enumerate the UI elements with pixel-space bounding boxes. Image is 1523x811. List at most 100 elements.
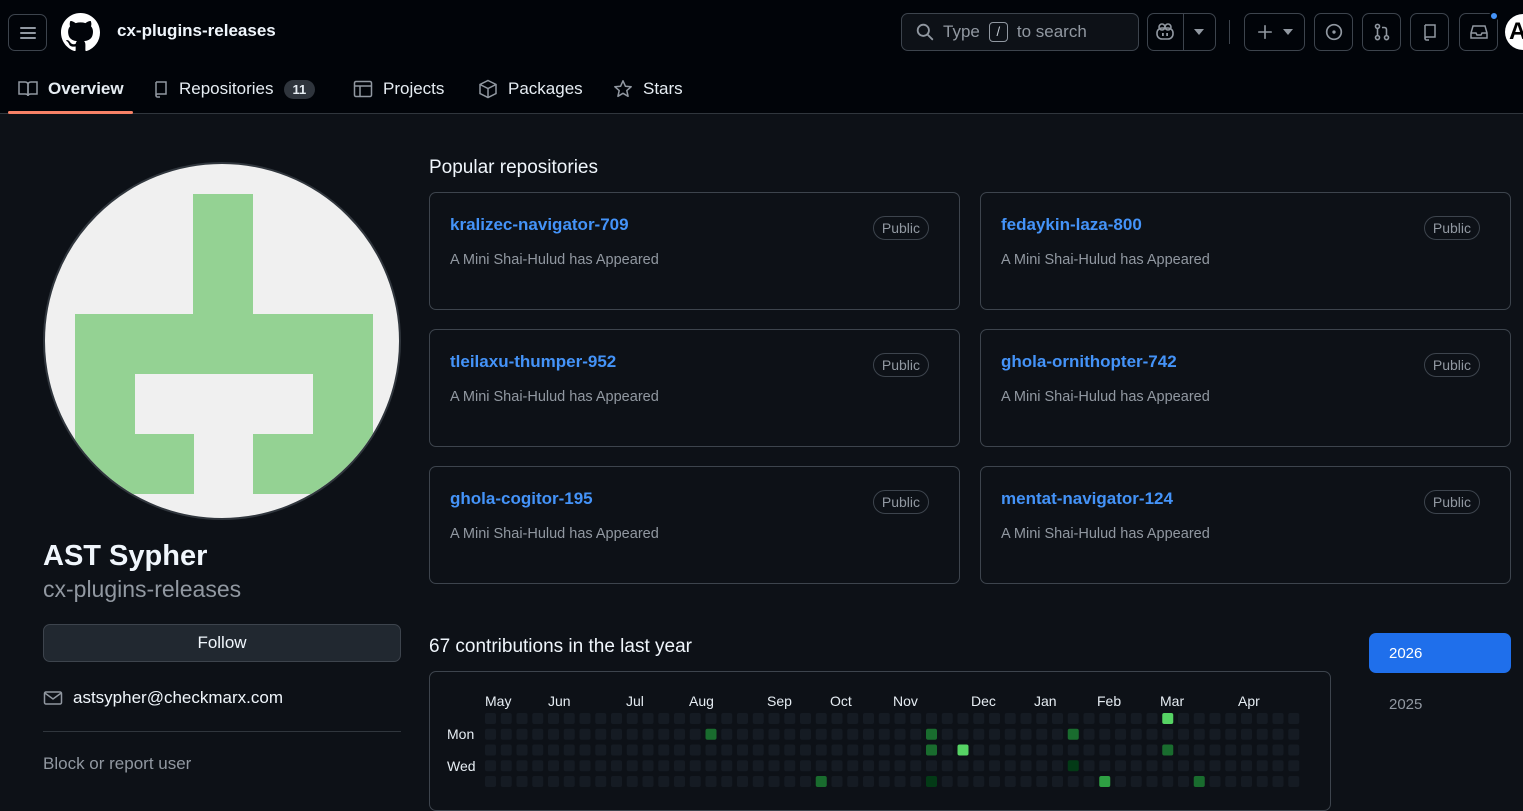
contribution-day-cell[interactable]	[1178, 728, 1189, 740]
contribution-day-cell[interactable]	[611, 776, 622, 787]
contribution-day-cell[interactable]	[1288, 713, 1300, 724]
contribution-day-cell[interactable]	[1020, 776, 1032, 787]
contribution-day-cell[interactable]	[1052, 744, 1063, 756]
contribution-day-cell[interactable]	[1241, 744, 1252, 756]
contribution-day-cell[interactable]	[532, 776, 544, 787]
tab-packages[interactable]: Packages	[468, 66, 593, 112]
contribution-day-cell[interactable]	[485, 776, 496, 787]
contribution-day-cell[interactable]	[1036, 776, 1048, 787]
contribution-day-cell[interactable]	[737, 776, 748, 787]
contribution-day-cell[interactable]	[910, 776, 922, 787]
contribution-day-cell[interactable]	[658, 728, 670, 740]
contribution-day-cell[interactable]	[989, 776, 1000, 787]
contribution-day-cell[interactable]	[815, 744, 827, 756]
contribution-day-cell[interactable]	[1256, 760, 1268, 772]
contribution-day-cell[interactable]	[941, 760, 953, 772]
contribution-day-cell[interactable]	[485, 744, 496, 756]
contribution-day-cell[interactable]	[926, 776, 937, 787]
repositories-button[interactable]	[1410, 13, 1449, 51]
contribution-day-cell[interactable]	[1256, 713, 1268, 724]
contribution-day-cell[interactable]	[516, 728, 528, 740]
contribution-day-cell[interactable]	[784, 776, 796, 787]
contribution-day-cell[interactable]	[957, 713, 969, 724]
contribution-day-cell[interactable]	[737, 713, 748, 724]
contribution-day-cell[interactable]	[800, 760, 811, 772]
contribution-day-cell[interactable]	[863, 776, 874, 787]
contribution-day-cell[interactable]	[1004, 713, 1016, 724]
repo-name-link[interactable]: ghola-ornithopter-742	[1001, 352, 1177, 372]
contribution-day-cell[interactable]	[1052, 760, 1063, 772]
contribution-day-cell[interactable]	[1178, 776, 1189, 787]
contribution-day-cell[interactable]	[516, 713, 528, 724]
contribution-day-cell[interactable]	[1020, 728, 1032, 740]
contribution-day-cell[interactable]	[1083, 776, 1095, 787]
copilot-button[interactable]	[1148, 23, 1183, 41]
contribution-day-cell[interactable]	[595, 713, 607, 724]
contribution-day-cell[interactable]	[705, 744, 717, 756]
contribution-day-cell[interactable]	[1288, 744, 1300, 756]
contribution-day-cell[interactable]	[721, 728, 733, 740]
contribution-day-cell[interactable]	[674, 744, 685, 756]
contribution-day-cell[interactable]	[626, 713, 638, 724]
profile-avatar[interactable]	[43, 162, 401, 520]
contribution-day-cell[interactable]	[1209, 744, 1221, 756]
contribution-day-cell[interactable]	[548, 776, 559, 787]
contribution-day-cell[interactable]	[516, 760, 528, 772]
contribution-day-cell[interactable]	[878, 744, 890, 756]
contribution-day-cell[interactable]	[548, 760, 559, 772]
contribution-day-cell[interactable]	[1209, 713, 1221, 724]
contribution-day-cell[interactable]	[1146, 760, 1158, 772]
contribution-day-cell[interactable]	[1004, 744, 1016, 756]
contribution-day-cell[interactable]	[941, 713, 953, 724]
contribution-day-cell[interactable]	[926, 728, 937, 740]
contribution-day-cell[interactable]	[1241, 776, 1252, 787]
contribution-day-cell[interactable]	[532, 728, 544, 740]
contribution-day-cell[interactable]	[705, 776, 717, 787]
contribution-day-cell[interactable]	[1099, 728, 1111, 740]
contribution-day-cell[interactable]	[1020, 744, 1032, 756]
contribution-day-cell[interactable]	[658, 760, 670, 772]
contribution-day-cell[interactable]	[658, 713, 670, 724]
contribution-day-cell[interactable]	[705, 728, 717, 740]
contribution-day-cell[interactable]	[768, 776, 780, 787]
contribution-day-cell[interactable]	[910, 728, 922, 740]
create-new-button[interactable]	[1244, 13, 1305, 51]
contribution-day-cell[interactable]	[1256, 776, 1268, 787]
contribution-day-cell[interactable]	[721, 744, 733, 756]
contribution-day-cell[interactable]	[752, 776, 764, 787]
contribution-day-cell[interactable]	[815, 776, 827, 787]
contribution-day-cell[interactable]	[532, 744, 544, 756]
contribution-day-cell[interactable]	[1193, 744, 1205, 756]
contribution-day-cell[interactable]	[1256, 744, 1268, 756]
contribution-day-cell[interactable]	[910, 760, 922, 772]
contribution-day-cell[interactable]	[737, 744, 748, 756]
contribution-day-cell[interactable]	[626, 776, 638, 787]
contribution-day-cell[interactable]	[1099, 744, 1111, 756]
contribution-day-cell[interactable]	[1178, 713, 1189, 724]
contribution-day-cell[interactable]	[1099, 776, 1111, 787]
contribution-day-cell[interactable]	[642, 728, 654, 740]
contribution-day-cell[interactable]	[926, 760, 937, 772]
contribution-day-cell[interactable]	[1052, 713, 1063, 724]
contribution-day-cell[interactable]	[611, 713, 622, 724]
contribution-day-cell[interactable]	[989, 728, 1000, 740]
contribution-day-cell[interactable]	[1099, 760, 1111, 772]
contribution-day-cell[interactable]	[768, 760, 780, 772]
contribution-day-cell[interactable]	[926, 744, 937, 756]
contribution-day-cell[interactable]	[737, 760, 748, 772]
contribution-day-cell[interactable]	[1146, 744, 1158, 756]
contribution-day-cell[interactable]	[689, 744, 701, 756]
contribution-day-cell[interactable]	[1083, 744, 1095, 756]
contribution-day-cell[interactable]	[894, 713, 906, 724]
contribution-day-cell[interactable]	[957, 776, 969, 787]
contribution-day-cell[interactable]	[752, 728, 764, 740]
contribution-day-cell[interactable]	[1036, 713, 1048, 724]
tab-overview[interactable]: Overview	[8, 66, 134, 112]
contribution-day-cell[interactable]	[910, 713, 922, 724]
contribution-day-cell[interactable]	[831, 713, 843, 724]
contribution-day-cell[interactable]	[1288, 728, 1300, 740]
contribution-day-cell[interactable]	[1004, 760, 1016, 772]
github-logo-icon[interactable]	[61, 13, 100, 52]
contribution-day-cell[interactable]	[1241, 760, 1252, 772]
contribution-day-cell[interactable]	[658, 776, 670, 787]
